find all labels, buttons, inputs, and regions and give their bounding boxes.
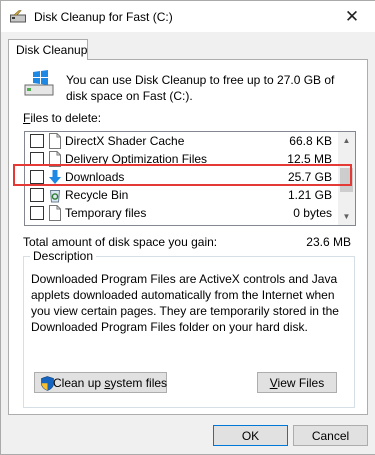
hard-drive-icon [24, 70, 54, 96]
file-size: 0 bytes [293, 206, 332, 220]
disk-cleanup-app-icon [10, 10, 26, 23]
file-name: DirectX Shader Cache [65, 134, 185, 148]
file-size: 66.8 KB [289, 134, 332, 148]
title-bar[interactable]: Disk Cleanup for Fast (C:) ✕ [1, 1, 375, 32]
download-arrow-icon [49, 170, 61, 184]
intro-text: You can use Disk Cleanup to free up to 2… [66, 73, 335, 103]
checkbox-directx-shader-cache[interactable] [30, 134, 44, 148]
tab-panel: You can use Disk Cleanup to free up to 2… [8, 59, 368, 415]
files-list[interactable]: DirectX Shader Cache 66.8 KB Delivery Op… [24, 131, 356, 226]
list-item[interactable]: Downloads 25.7 GB [25, 168, 338, 187]
description-text: Downloaded Program Files are ActiveX con… [31, 272, 339, 334]
list-item[interactable]: Temporary files 0 bytes [25, 204, 338, 223]
scroll-up-arrow-icon[interactable]: ▲ [338, 132, 355, 149]
file-name: Recycle Bin [65, 188, 129, 202]
list-item[interactable]: DirectX Shader Cache 66.8 KB [25, 132, 338, 151]
tab-label: Disk Cleanup [16, 43, 88, 57]
file-name: Delivery Optimization Files [65, 152, 208, 166]
recycle-bin-icon [49, 190, 61, 203]
vertical-scrollbar[interactable]: ▲ ▼ [338, 132, 355, 225]
close-icon: ✕ [344, 7, 360, 26]
uac-shield-icon [41, 376, 54, 391]
close-button[interactable]: ✕ [329, 1, 375, 32]
list-item[interactable]: Recycle Bin 1.21 GB [25, 186, 338, 205]
checkbox-temporary-files[interactable] [30, 206, 44, 220]
window-title: Disk Cleanup for Fast (C:) [34, 10, 173, 24]
ok-button[interactable]: OK [213, 425, 288, 446]
files-label-rest: iles to delete: [30, 111, 102, 125]
file-size: 25.7 GB [287, 170, 332, 184]
file-size: 1.21 GB [287, 188, 332, 202]
scroll-down-arrow-icon[interactable]: ▼ [338, 208, 355, 225]
checkbox-recycle-bin[interactable] [30, 188, 44, 202]
file-name: Downloads [65, 170, 125, 184]
total-space-value: 23.6 MB [306, 235, 351, 249]
list-item[interactable]: Delivery Optimization Files 12.5 MB [25, 150, 338, 169]
file-icon [49, 133, 61, 149]
disk-cleanup-window: Disk Cleanup for Fast (C:) ✕ Disk Cleanu… [0, 0, 375, 455]
view-label-rest: iew Files [277, 376, 325, 390]
checkbox-downloads[interactable] [30, 170, 44, 184]
file-size: 12.5 MB [287, 152, 332, 166]
cancel-button[interactable]: Cancel [293, 425, 368, 446]
clean-up-system-files-button[interactable]: Clean up system files [34, 372, 167, 393]
cleanup-label-pre: Clean up [53, 376, 105, 390]
file-icon [49, 205, 61, 221]
scrollbar-thumb[interactable] [340, 168, 353, 192]
view-files-button[interactable]: View Files [257, 372, 337, 393]
file-name: Temporary files [65, 206, 147, 220]
file-icon [49, 151, 61, 167]
description-legend: Description [30, 249, 97, 263]
checkbox-delivery-optimization-files[interactable] [30, 152, 44, 166]
cleanup-label-post: ystem files [110, 376, 168, 390]
tab-disk-cleanup[interactable]: Disk Cleanup [8, 39, 88, 60]
view-label-accel: V [269, 376, 278, 390]
total-space-label: Total amount of disk space you gain: [23, 235, 218, 249]
files-to-delete-label: Files to delete: [23, 111, 101, 125]
